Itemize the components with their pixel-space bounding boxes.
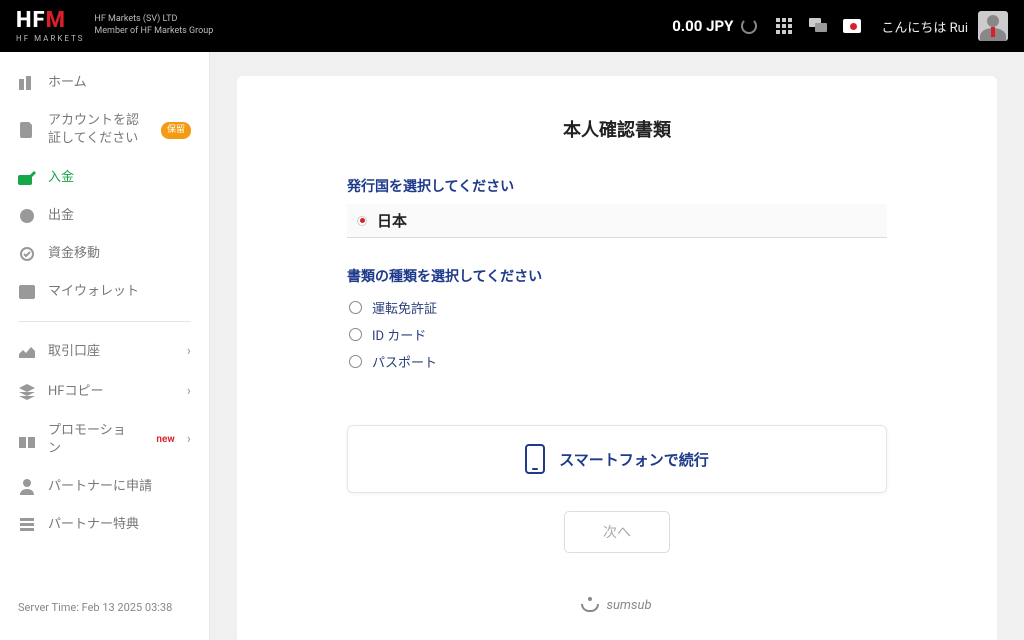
sidebar-divider xyxy=(18,321,191,322)
country-flag-icon xyxy=(357,216,367,226)
language-flag-icon[interactable] xyxy=(843,17,861,35)
doc-option-label: パスポート xyxy=(372,352,437,371)
doc-type-options: 運転免許証 ID カード パスポート xyxy=(347,294,887,375)
refresh-icon[interactable] xyxy=(741,18,757,34)
doc-type-label: 書類の種類を選択してください xyxy=(347,266,887,286)
person-icon xyxy=(18,478,36,496)
sidebar-item-label: プロモーション xyxy=(48,422,136,458)
company-name: HF Markets (SV) LTD Member of HF Markets… xyxy=(94,14,213,37)
sidebar-item-transfer[interactable]: 資金移動 xyxy=(0,235,209,273)
provider-footer: sumsub xyxy=(347,597,887,613)
pending-badge: 保留 xyxy=(161,122,191,139)
doc-option-label: ID カード xyxy=(372,325,426,344)
sidebar-item-label: 資金移動 xyxy=(48,245,100,263)
sidebar-item-deposit[interactable]: 入金 xyxy=(0,159,209,197)
doc-option-label: 運転免許証 xyxy=(372,298,437,317)
next-button[interactable]: 次へ xyxy=(564,511,670,553)
sidebar: ホーム アカウントを認証してください 保留 入金 出金 資金移動 マイウォレット… xyxy=(0,52,210,640)
user-avatar[interactable] xyxy=(978,11,1008,41)
country-value: 日本 xyxy=(377,210,407,231)
withdraw-icon xyxy=(18,207,36,225)
list-icon xyxy=(18,516,36,534)
chevron-right-icon: › xyxy=(187,382,191,402)
account-balance: 0.00 JPY xyxy=(672,17,757,35)
user-greeting: こんにちは Rui xyxy=(881,17,968,36)
sidebar-item-accounts[interactable]: 取引口座 › xyxy=(0,332,209,372)
sidebar-item-home[interactable]: ホーム xyxy=(0,64,209,102)
sumsub-icon xyxy=(582,597,598,613)
country-select[interactable]: 日本 xyxy=(347,204,887,238)
chart-icon xyxy=(18,343,36,361)
radio-icon xyxy=(349,355,362,368)
home-icon xyxy=(18,74,36,92)
wallet-icon xyxy=(18,283,36,301)
sidebar-item-label: マイウォレット xyxy=(48,283,139,301)
sidebar-item-label: 入金 xyxy=(48,169,74,187)
sidebar-item-label: アカウントを認証してください xyxy=(48,112,149,148)
chevron-right-icon: › xyxy=(187,342,191,362)
sidebar-item-label: 出金 xyxy=(48,207,74,225)
verification-card: 本人確認書類 発行国を選択してください 日本 書類の種類を選択してください 運転… xyxy=(237,76,997,640)
transfer-icon xyxy=(18,245,36,263)
provider-name: sumsub xyxy=(606,598,651,613)
radio-icon xyxy=(349,328,362,341)
deposit-icon xyxy=(18,169,36,187)
radio-icon xyxy=(349,301,362,314)
layers-icon xyxy=(18,383,36,401)
brand-subtext: HF MARKETS xyxy=(16,34,84,43)
smartphone-icon xyxy=(525,444,545,474)
chat-icon[interactable] xyxy=(809,17,827,35)
card-title: 本人確認書類 xyxy=(347,116,887,142)
sidebar-item-promotions[interactable]: プロモーション new › xyxy=(0,412,209,468)
apps-grid-icon[interactable] xyxy=(775,17,793,35)
gift-icon xyxy=(18,431,36,449)
sidebar-item-label: ホーム xyxy=(48,74,87,92)
country-label: 発行国を選択してください xyxy=(347,176,887,196)
sidebar-item-label: HFコピー xyxy=(48,383,103,401)
sidebar-item-label: パートナーに申請 xyxy=(48,478,152,496)
doc-option-passport[interactable]: パスポート xyxy=(347,348,887,375)
phone-button-label: スマートフォンで続行 xyxy=(559,449,709,470)
main-content: 本人確認書類 発行国を選択してください 日本 書類の種類を選択してください 運転… xyxy=(210,52,1024,640)
sidebar-item-withdraw[interactable]: 出金 xyxy=(0,197,209,235)
sidebar-item-wallet[interactable]: マイウォレット xyxy=(0,273,209,311)
document-icon xyxy=(18,121,36,139)
doc-option-idcard[interactable]: ID カード xyxy=(347,321,887,348)
new-badge: new xyxy=(156,433,174,447)
brand-logo: HFM xyxy=(16,10,84,32)
sidebar-item-partner-apply[interactable]: パートナーに申請 xyxy=(0,468,209,506)
app-header: HFM HF MARKETS HF Markets (SV) LTD Membe… xyxy=(0,0,1024,52)
server-time: Server Time: Feb 13 2025 03:38 xyxy=(0,587,209,628)
sidebar-item-verify[interactable]: アカウントを認証してください 保留 xyxy=(0,102,209,158)
sidebar-item-label: 取引口座 xyxy=(48,343,100,361)
sidebar-item-partner-benefits[interactable]: パートナー特典 xyxy=(0,506,209,544)
chevron-right-icon: › xyxy=(187,430,191,450)
brand-block[interactable]: HFM HF MARKETS HF Markets (SV) LTD Membe… xyxy=(16,10,213,43)
doc-option-license[interactable]: 運転免許証 xyxy=(347,294,887,321)
sidebar-item-hfcopy[interactable]: HFコピー › xyxy=(0,372,209,412)
continue-on-phone-button[interactable]: スマートフォンで続行 xyxy=(347,425,887,493)
sidebar-item-label: パートナー特典 xyxy=(48,516,139,534)
